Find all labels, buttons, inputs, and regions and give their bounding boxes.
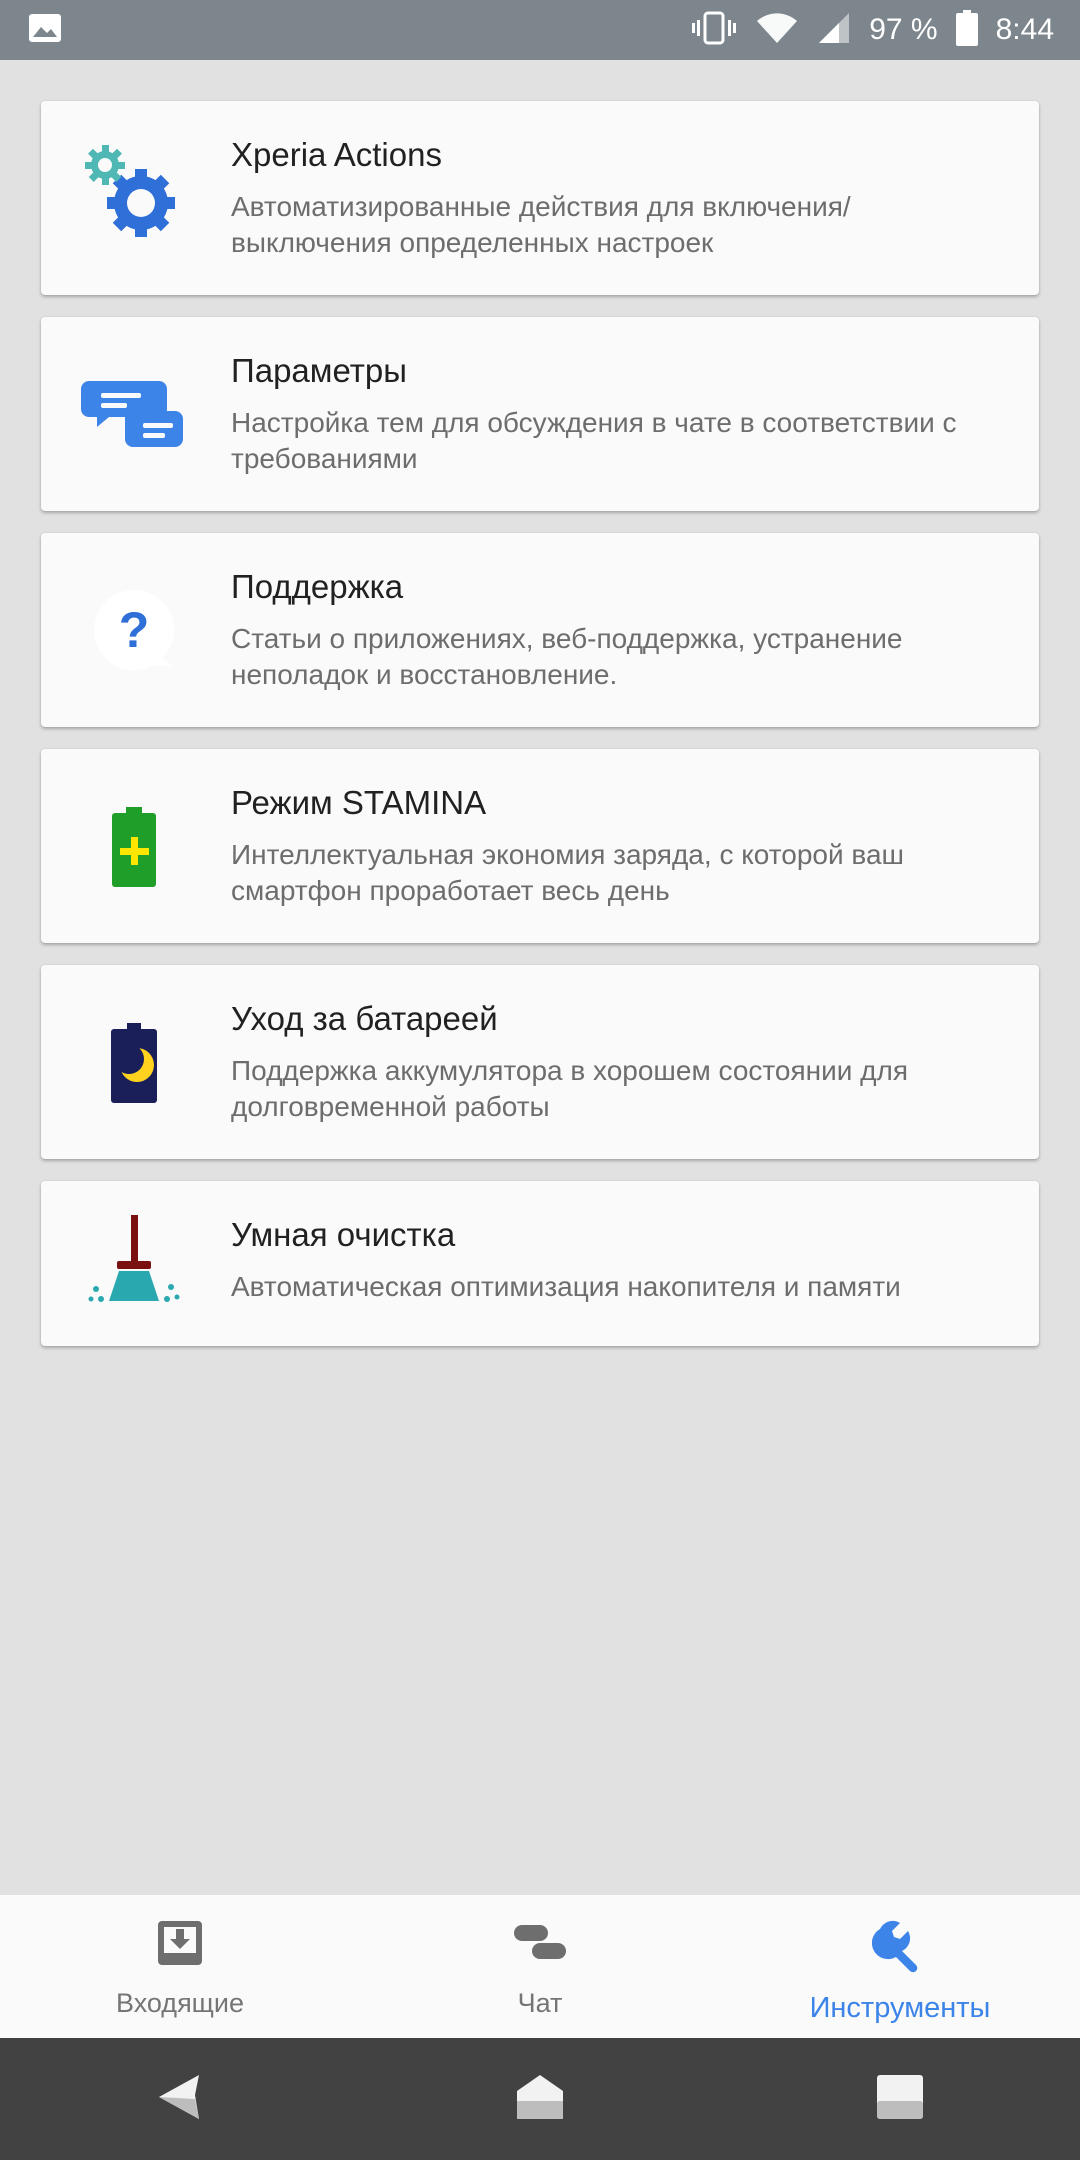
home-icon — [515, 2071, 565, 2128]
card-support[interactable]: ? Поддержка Статьи о приложениях, веб-по… — [41, 533, 1039, 727]
card-description: Автоматическая оптимизация накопителя и … — [231, 1271, 901, 1302]
card-description: Настройка тем для обсуждения в чате в со… — [231, 407, 957, 474]
chat-bubbles-icon — [79, 359, 189, 469]
help-bubble-icon: ? — [79, 575, 189, 685]
card-battery-care[interactable]: Уход за батареей Поддержка аккумулятора … — [41, 965, 1039, 1159]
nav-inbox[interactable]: Входящие — [0, 1895, 360, 2038]
card-stamina[interactable]: Режим STAMINA Интеллектуальная экономия … — [41, 749, 1039, 943]
battery-moon-icon — [79, 1007, 189, 1117]
card-title: Поддержка — [231, 568, 404, 605]
card-title: Умная очистка — [231, 1216, 456, 1253]
nav-chat[interactable]: Чат — [360, 1895, 720, 2038]
back-icon — [155, 2071, 205, 2128]
bottom-navigation: Входящие Чат Инструменты — [0, 1895, 1080, 2038]
card-title: Xperia Actions — [231, 136, 442, 173]
gears-icon — [79, 141, 189, 251]
card-parameters[interactable]: Параметры Настройка тем для обсуждения в… — [41, 317, 1039, 511]
card-description: Интеллектуальная экономия заряда, с кото… — [231, 839, 904, 906]
signal-icon — [817, 11, 851, 50]
card-description: Автоматизированные действия для включени… — [231, 191, 851, 258]
card-smart-cleaner[interactable]: Умная очистка Автоматическая оптимизация… — [41, 1181, 1039, 1346]
nav-tools[interactable]: Инструменты — [720, 1895, 1080, 2038]
nav-label: Чат — [517, 1988, 563, 2018]
recents-icon — [875, 2071, 925, 2128]
home-button[interactable] — [360, 2071, 720, 2128]
card-title: Параметры — [231, 352, 407, 389]
clock: 8:44 — [995, 13, 1054, 46]
battery-percent: 97 % — [869, 13, 938, 46]
stamina-battery-icon — [79, 791, 189, 901]
image-notification-icon — [28, 13, 62, 48]
broom-icon — [79, 1207, 189, 1317]
chat-icon — [512, 1917, 568, 1974]
tools-list: Xperia Actions Автоматизированные действ… — [0, 60, 1080, 1895]
nav-label: Инструменты — [809, 1992, 991, 2024]
inbox-icon — [154, 1917, 206, 1974]
back-button[interactable] — [0, 2071, 360, 2128]
recents-button[interactable] — [720, 2071, 1080, 2128]
wifi-icon — [755, 11, 799, 50]
status-bar: 97 % 8:44 — [0, 0, 1080, 60]
card-description: Поддержка аккумулятора в хорошем состоян… — [231, 1055, 908, 1122]
system-navigation-bar — [0, 2038, 1080, 2160]
card-title: Уход за батареей — [231, 1000, 498, 1037]
battery-icon — [955, 9, 978, 51]
card-title: Режим STAMINA — [231, 784, 487, 821]
card-description: Статьи о приложениях, веб-поддержка, уст… — [231, 623, 903, 690]
wrench-icon — [871, 1917, 928, 1978]
svg-text:?: ? — [119, 602, 150, 658]
nav-label: Входящие — [115, 1988, 244, 2018]
vibrate-icon — [691, 11, 737, 50]
card-xperia-actions[interactable]: Xperia Actions Автоматизированные действ… — [41, 101, 1039, 295]
